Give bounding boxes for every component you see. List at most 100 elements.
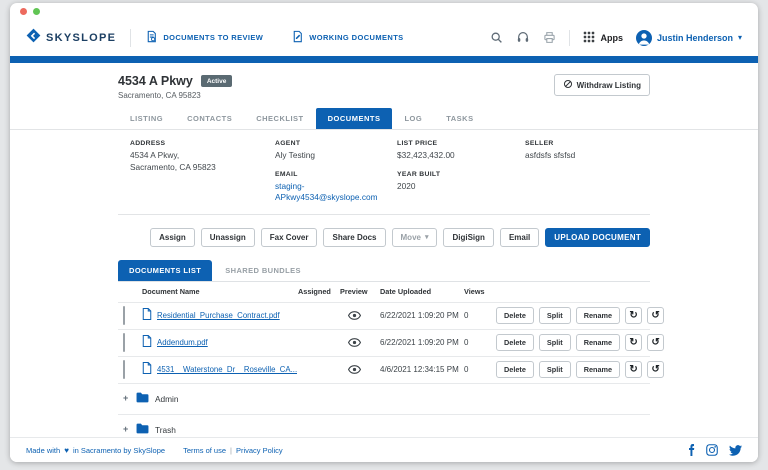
- page-footer: Made with ♥ in Sacramento by SkySlope Te…: [10, 437, 758, 462]
- document-actions-toolbar: Assign Unassign Fax Cover Share Docs Mov…: [118, 228, 650, 247]
- preview-eye-icon[interactable]: [348, 361, 361, 379]
- window-titlebar: [10, 3, 758, 19]
- table-row: 4531__Waterstone_Dr__Roseville_CA... 4/6…: [118, 357, 650, 384]
- col-date-uploaded: Date Uploaded: [380, 287, 464, 296]
- tab-checklist[interactable]: CHECKLIST: [244, 108, 315, 129]
- table-header-row: Document Name Assigned Preview Date Uplo…: [118, 282, 650, 303]
- window-zoom-button[interactable]: [33, 8, 40, 15]
- skyslope-logo-icon: [26, 28, 41, 48]
- rotate-clockwise-icon[interactable]: ↻: [625, 334, 642, 351]
- nav-working-documents[interactable]: WORKING DOCUMENTS: [291, 30, 403, 45]
- print-icon[interactable]: [543, 31, 556, 44]
- views-count: 0: [464, 365, 496, 374]
- detail-seller: SELLER asfdsfs sfsfsd: [525, 140, 638, 162]
- browser-window: SKYSLOPE DOCUMENTS TO REVIEW WORKING DOC…: [10, 3, 758, 462]
- made-with-text: Made with: [26, 446, 60, 455]
- pdf-file-icon: [142, 361, 152, 379]
- navbar-right: Apps Justin Henderson ▾: [490, 30, 742, 46]
- row-checkbox[interactable]: [123, 306, 125, 325]
- accent-strip: [10, 56, 758, 63]
- tab-documents[interactable]: DOCUMENTS: [316, 108, 393, 129]
- detail-address: ADDRESS 4534 A Pkwy, Sacramento, CA 9582…: [130, 140, 275, 204]
- folder-row-admin[interactable]: + Admin: [118, 384, 650, 415]
- rename-button[interactable]: Rename: [576, 334, 620, 351]
- delete-button[interactable]: Delete: [496, 361, 534, 378]
- rotate-clockwise-icon[interactable]: ↻: [625, 307, 642, 324]
- tab-documents-list[interactable]: DOCUMENTS LIST: [118, 260, 212, 281]
- user-menu[interactable]: Justin Henderson ▾: [636, 30, 742, 46]
- working-documents-icon: [291, 30, 304, 45]
- delete-button[interactable]: Delete: [496, 307, 534, 324]
- status-badge: Active: [201, 75, 233, 87]
- instagram-icon[interactable]: [706, 444, 718, 456]
- skyslope-logo[interactable]: SKYSLOPE: [26, 28, 116, 48]
- support-headset-icon[interactable]: [516, 31, 530, 44]
- date-uploaded: 4/6/2021 12:34:15 PM: [380, 365, 464, 374]
- footer-separator: |: [230, 446, 232, 455]
- delete-button[interactable]: Delete: [496, 334, 534, 351]
- document-link[interactable]: Addendum.pdf: [157, 338, 208, 347]
- table-row: Addendum.pdf 6/22/2021 1:09:20 PM 0 Dele…: [118, 330, 650, 357]
- split-button[interactable]: Split: [539, 361, 571, 378]
- document-link[interactable]: 4531__Waterstone_Dr__Roseville_CA...: [157, 365, 297, 374]
- terms-of-use-link[interactable]: Terms of use: [183, 446, 226, 455]
- nav-documents-to-review[interactable]: DOCUMENTS TO REVIEW: [145, 30, 263, 45]
- property-details: ADDRESS 4534 A Pkwy, Sacramento, CA 9582…: [118, 130, 650, 215]
- rotate-counterclockwise-icon[interactable]: ↺: [647, 361, 664, 378]
- col-document-name: Document Name: [142, 287, 298, 296]
- listing-header: 4534 A Pkwy Active Sacramento, CA 95823 …: [118, 63, 650, 100]
- listing-title: 4534 A Pkwy: [118, 74, 193, 88]
- move-button[interactable]: Move ▾: [392, 228, 438, 247]
- nav-right-divider: [569, 30, 570, 46]
- pdf-file-icon: [142, 334, 152, 352]
- unassign-button[interactable]: Unassign: [201, 228, 255, 247]
- documents-panel: DOCUMENTS LIST SHARED BUNDLES Document N…: [118, 260, 650, 446]
- row-checkbox[interactable]: [123, 333, 125, 352]
- documents-panel-tabs: DOCUMENTS LIST SHARED BUNDLES: [118, 260, 650, 281]
- tab-tasks[interactable]: TASKS: [434, 108, 485, 129]
- nav-divider: [130, 29, 131, 47]
- share-docs-button[interactable]: Share Docs: [323, 228, 385, 247]
- expand-plus-icon[interactable]: +: [123, 425, 130, 434]
- upload-document-button[interactable]: UPLOAD DOCUMENT: [545, 228, 650, 247]
- tab-shared-bundles[interactable]: SHARED BUNDLES: [214, 260, 312, 281]
- chevron-down-icon: ▾: [738, 34, 742, 42]
- rename-button[interactable]: Rename: [576, 361, 620, 378]
- tab-contacts[interactable]: CONTACTS: [175, 108, 244, 129]
- date-uploaded: 6/22/2021 1:09:20 PM: [380, 338, 464, 347]
- facebook-icon[interactable]: [688, 444, 695, 456]
- expand-plus-icon[interactable]: +: [123, 394, 130, 403]
- digisign-button[interactable]: DigiSign: [443, 228, 493, 247]
- col-assigned: Assigned: [298, 287, 340, 296]
- tab-log[interactable]: LOG: [392, 108, 434, 129]
- split-button[interactable]: Split: [539, 307, 571, 324]
- rotate-counterclockwise-icon[interactable]: ↺: [647, 334, 664, 351]
- folder-icon: [136, 390, 149, 408]
- rename-button[interactable]: Rename: [576, 307, 620, 324]
- email-link[interactable]: staging-APkwy4534@skyslope.com: [275, 181, 378, 203]
- avatar: [636, 30, 652, 46]
- document-link[interactable]: Residential_Purchase_Contract.pdf: [157, 311, 280, 320]
- rotate-clockwise-icon[interactable]: ↻: [625, 361, 642, 378]
- nav-working-documents-label: WORKING DOCUMENTS: [309, 33, 403, 42]
- privacy-policy-link[interactable]: Privacy Policy: [236, 446, 283, 455]
- split-button[interactable]: Split: [539, 334, 571, 351]
- tab-listing[interactable]: LISTING: [118, 108, 175, 129]
- user-name: Justin Henderson: [657, 33, 733, 43]
- primary-nav: DOCUMENTS TO REVIEW WORKING DOCUMENTS: [145, 30, 403, 45]
- fax-cover-button[interactable]: Fax Cover: [261, 228, 318, 247]
- assign-button[interactable]: Assign: [150, 228, 195, 247]
- twitter-icon[interactable]: [729, 445, 742, 456]
- preview-eye-icon[interactable]: [348, 307, 361, 325]
- apps-menu-button[interactable]: Apps: [583, 31, 623, 45]
- email-button[interactable]: Email: [500, 228, 539, 247]
- row-checkbox[interactable]: [123, 360, 125, 379]
- detail-agent: AGENT Aly Testing: [275, 140, 397, 162]
- window-close-button[interactable]: [20, 8, 27, 15]
- preview-eye-icon[interactable]: [348, 334, 361, 352]
- rotate-counterclockwise-icon[interactable]: ↺: [647, 307, 664, 324]
- col-preview: Preview: [340, 287, 380, 296]
- listing-subtitle: Sacramento, CA 95823: [118, 91, 232, 100]
- withdraw-listing-button[interactable]: Withdraw Listing: [554, 74, 650, 96]
- search-icon[interactable]: [490, 31, 503, 44]
